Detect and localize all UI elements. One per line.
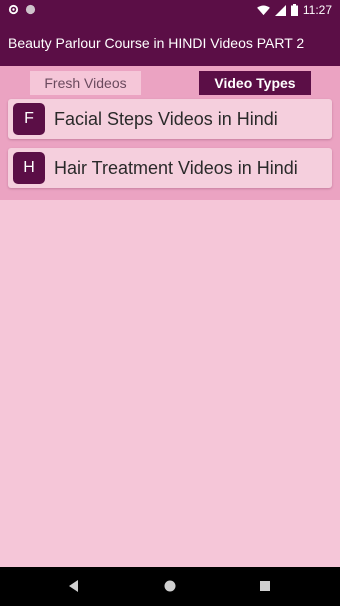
status-left-icons xyxy=(8,4,36,15)
status-time: 11:27 xyxy=(302,3,332,17)
tabs-area: Fresh Videos Video Types F Facial Steps … xyxy=(0,66,340,200)
app-title: Beauty Parlour Course in HINDI Videos PA… xyxy=(8,35,305,51)
back-icon[interactable] xyxy=(67,579,81,593)
list-item-avatar: F xyxy=(13,103,45,135)
tab-fresh-videos[interactable]: Fresh Videos xyxy=(30,71,141,95)
circle-icon xyxy=(25,4,36,15)
status-bar: 11:27 xyxy=(0,0,340,22)
status-right-icons: 11:27 xyxy=(256,3,332,17)
battery-icon xyxy=(290,4,298,16)
list-item-avatar: H xyxy=(13,152,45,184)
content-area xyxy=(0,200,340,567)
recents-icon[interactable] xyxy=(258,579,272,593)
tab-video-types[interactable]: Video Types xyxy=(199,71,311,95)
navigation-bar xyxy=(0,567,340,606)
list-item-label: Facial Steps Videos in Hindi xyxy=(54,109,278,129)
app-bar: Beauty Parlour Course in HINDI Videos PA… xyxy=(0,22,340,66)
list-item-facial-steps[interactable]: F Facial Steps Videos in Hindi xyxy=(8,99,332,139)
gear-icon xyxy=(8,4,19,15)
list-item-label: Hair Treatment Videos in Hindi xyxy=(54,158,298,178)
signal-icon xyxy=(274,4,286,16)
list-item-hair-treatment[interactable]: H Hair Treatment Videos in Hindi xyxy=(8,148,332,188)
home-icon[interactable] xyxy=(163,579,177,593)
wifi-icon xyxy=(256,4,270,15)
